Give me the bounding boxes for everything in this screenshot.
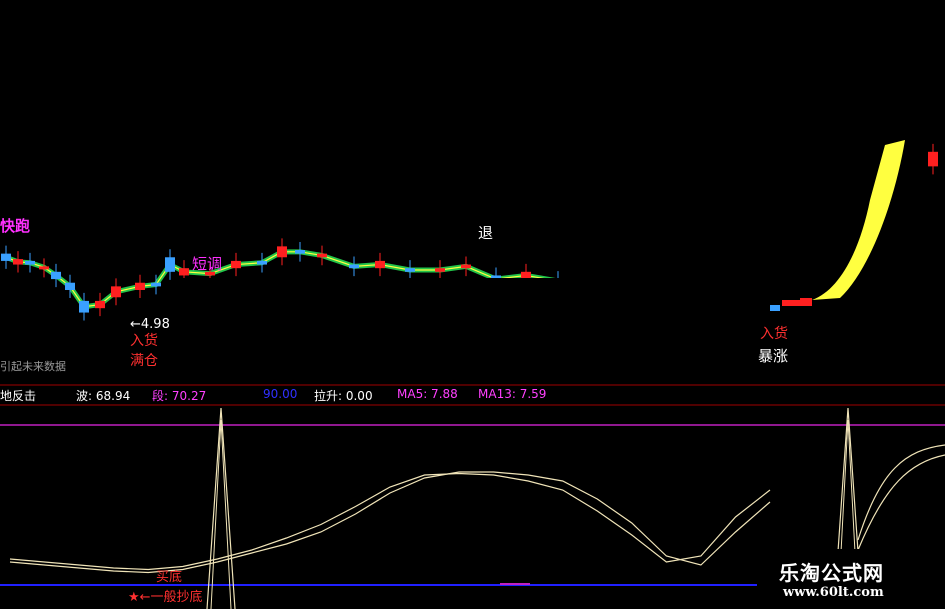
candle-body xyxy=(317,253,327,258)
occluding-box-top-right xyxy=(534,0,945,140)
legend-item-lasheng: 拉升: 0.00 xyxy=(314,389,373,403)
osc-label-maidi: 买底 xyxy=(156,570,183,585)
candle-body xyxy=(770,305,780,311)
candle-body xyxy=(349,264,359,269)
candle-body xyxy=(65,282,75,290)
candle-body xyxy=(231,260,241,269)
label-duantiao: 短调 xyxy=(192,255,223,273)
watermark-url: www.60lt.com xyxy=(783,585,884,600)
candle-body xyxy=(39,266,49,270)
candle-body xyxy=(257,260,267,265)
legend-item-90: 90.00 xyxy=(263,387,298,401)
candle-body xyxy=(461,264,471,269)
label-ruhuo2: 入货 xyxy=(760,326,788,342)
signal-spike xyxy=(206,407,236,609)
watermark-title: 乐淘公式网 xyxy=(779,561,884,585)
watermark: 乐淘公式网 www.60lt.com xyxy=(757,549,945,609)
occluding-box-middle xyxy=(173,278,767,328)
legend-item-duan: 段: 70.27 xyxy=(152,389,207,403)
candle-body xyxy=(151,282,161,287)
label-mancang: 满仓 xyxy=(130,353,158,369)
candle-body xyxy=(1,253,11,261)
legend-item-bo: 波: 68.94 xyxy=(76,389,131,403)
candle-body xyxy=(111,286,121,298)
label-tui: 退 xyxy=(478,224,494,242)
candle-body xyxy=(95,300,105,309)
candle-body xyxy=(25,260,35,265)
label-future-data: 引起未来数据 xyxy=(0,360,66,373)
oscillator-line-tail xyxy=(857,454,945,551)
candle-body xyxy=(277,246,287,258)
surge-band xyxy=(812,140,905,300)
candle-body xyxy=(165,257,175,272)
candle-body xyxy=(179,268,189,276)
label-rucang: 入货 xyxy=(130,333,158,349)
candle-body xyxy=(435,268,445,272)
candle-body xyxy=(13,259,23,265)
candle-body xyxy=(295,250,305,254)
label-kuaipao: 快跑 xyxy=(0,217,31,235)
oscillator-line-1 xyxy=(9,472,771,571)
osc-label-bottom: ★←一般抄底 xyxy=(128,590,203,605)
candle-body xyxy=(928,151,938,167)
legend-item-ma5: MA5: 7.88 xyxy=(397,387,458,401)
candle-body xyxy=(800,298,812,306)
candle-body xyxy=(405,268,415,272)
indicator-name: 地反击 xyxy=(0,389,37,403)
candle-body xyxy=(51,271,61,280)
candle-body xyxy=(135,282,145,290)
legend-item-ma13: MA13: 7.59 xyxy=(478,387,547,401)
indicator-legend: 地反击 波: 68.94 段: 70.27 90.00 拉升: 0.00 MA5… xyxy=(0,386,945,404)
label-baozhang: 暴涨 xyxy=(758,347,789,365)
candle-body xyxy=(79,300,89,313)
candle-body xyxy=(375,260,385,269)
